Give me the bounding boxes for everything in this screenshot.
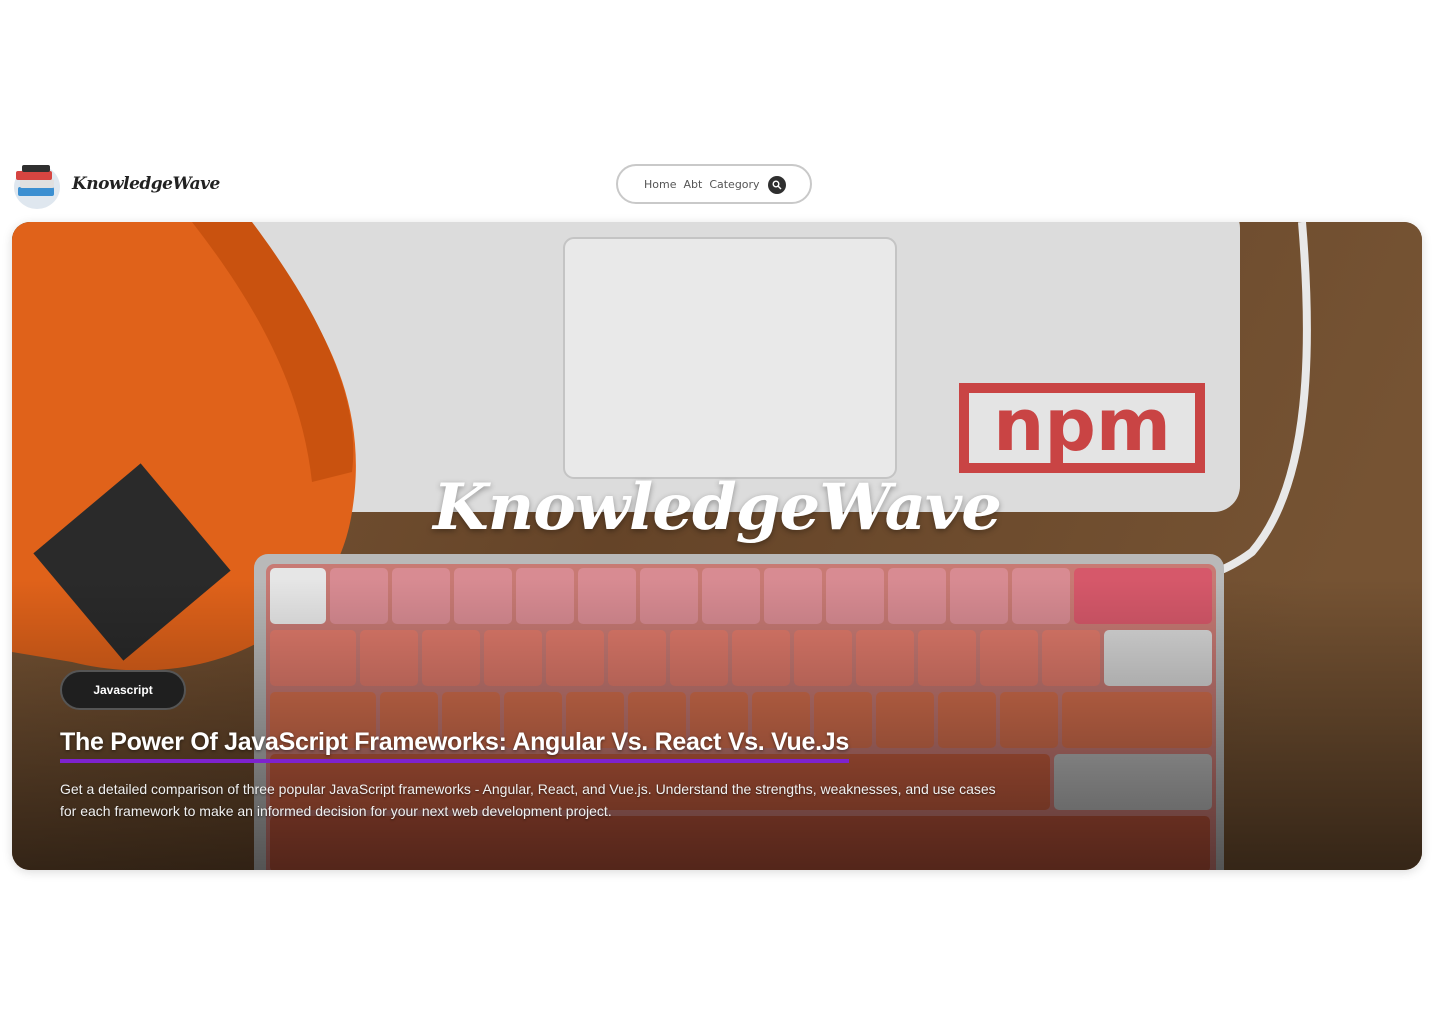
hero-gradient-overlay <box>12 222 1422 870</box>
search-icon[interactable] <box>768 176 786 194</box>
featured-article-description: Get a detailed comparison of three popul… <box>60 781 996 819</box>
category-tag[interactable]: Javascript <box>60 670 186 710</box>
books-logo-icon <box>14 165 60 209</box>
main-nav: Home Abt Category <box>616 164 812 204</box>
site-header: KnowledgeWave Home Abt Category <box>12 155 1422 215</box>
nav-about[interactable]: Abt <box>683 178 702 191</box>
featured-article-title[interactable]: The Power Of JavaScript Frameworks: Angu… <box>60 728 849 763</box>
hero-brand-title: KnowledgeWave <box>433 470 1002 545</box>
nav-category[interactable]: Category <box>709 178 759 191</box>
logo-text: KnowledgeWave <box>72 174 220 194</box>
hero-banner[interactable]: npm <box>12 222 1422 870</box>
site-logo[interactable]: KnowledgeWave <box>12 157 220 211</box>
page: KnowledgeWave Home Abt Category Knowledg… <box>0 0 1440 1024</box>
nav-home[interactable]: Home <box>644 178 676 191</box>
